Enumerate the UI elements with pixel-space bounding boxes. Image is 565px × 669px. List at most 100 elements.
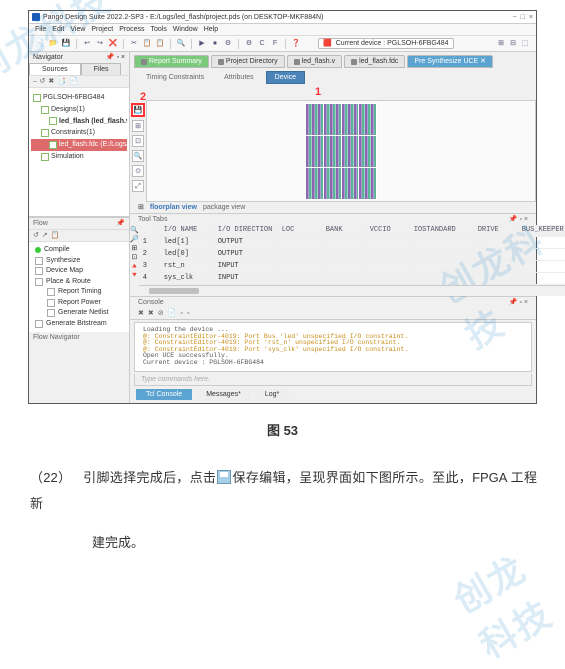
- horizontal-scrollbar[interactable]: [139, 285, 565, 296]
- table-tool[interactable]: ⊡: [131, 254, 137, 261]
- tab-files[interactable]: Files: [81, 63, 122, 75]
- table-tool[interactable]: 🔎: [130, 236, 139, 243]
- toolbar-button[interactable]: ❌: [108, 39, 118, 49]
- pin-icon[interactable]: 📌: [106, 54, 115, 61]
- tree-root[interactable]: PGLSOH-6FBG484: [43, 93, 104, 103]
- toolbar-button[interactable]: ⊟: [508, 39, 518, 49]
- panel-options[interactable]: ▫ ×: [519, 299, 528, 306]
- flow-mini-icon[interactable]: 📋: [51, 232, 60, 239]
- floorplan-tool[interactable]: ⊡: [132, 135, 144, 147]
- flow-mini-icon[interactable]: ↗: [42, 232, 48, 239]
- floorplan-tool[interactable]: ⤢: [132, 180, 144, 192]
- toolbar-button[interactable]: ⚙: [244, 39, 254, 49]
- toolbar-button[interactable]: ↪: [95, 39, 105, 49]
- table-tool[interactable]: ⊞: [131, 245, 137, 252]
- floorplan-tool[interactable]: 🔍: [132, 150, 144, 162]
- console-tool[interactable]: ✖: [148, 310, 154, 317]
- menu-item[interactable]: Help: [204, 26, 218, 33]
- toolbar-button[interactable]: 📋: [155, 39, 165, 49]
- flow-mini-icon[interactable]: ↺: [33, 232, 39, 239]
- toolbar-button[interactable]: ⚙: [223, 39, 233, 49]
- col-loc[interactable]: LOC: [278, 225, 322, 236]
- nav-mini-icon[interactable]: 📑: [57, 78, 66, 85]
- tab-led-flash-fdc[interactable]: led_flash.fdc: [359, 58, 398, 65]
- table-row[interactable]: 3rst_nINPUT: [139, 261, 565, 273]
- col-vccio[interactable]: VCCIO: [366, 225, 410, 236]
- minimize-button[interactable]: −: [513, 14, 517, 21]
- table-row[interactable]: 1led[1]OUTPUT: [139, 237, 565, 249]
- flow-step[interactable]: Place & Route: [35, 277, 123, 288]
- col-index[interactable]: [139, 225, 160, 236]
- pin-icon[interactable]: 📌: [509, 216, 518, 223]
- tab-report-summary[interactable]: Report Summary: [149, 58, 202, 65]
- toolbar-button[interactable]: ⊞: [496, 39, 506, 49]
- panel-options[interactable]: ▫ ×: [116, 54, 125, 61]
- tab-attributes[interactable]: Attributes: [216, 72, 262, 83]
- toolbar-button[interactable]: ❓: [291, 39, 301, 49]
- console-tool[interactable]: ⊘: [158, 310, 164, 317]
- flow-step[interactable]: Report Power: [35, 298, 123, 309]
- table-row[interactable]: 2led[0]OUTPUT: [139, 249, 565, 261]
- col-bank[interactable]: BANK: [322, 225, 366, 236]
- nav-mini-icon[interactable]: ⎯: [33, 78, 37, 85]
- toolbar-button[interactable]: 📁: [48, 39, 58, 49]
- toolbar-button[interactable]: C: [257, 39, 267, 49]
- tab-timing-constraints[interactable]: Timing Constraints: [138, 72, 212, 83]
- toolbar-button[interactable]: 🔍: [176, 39, 186, 49]
- tab-floorplan-view[interactable]: floorplan view: [150, 204, 197, 211]
- flow-step[interactable]: Device Map: [35, 266, 123, 277]
- flow-step[interactable]: Report Timing: [35, 287, 123, 298]
- col-io-name[interactable]: I/O NAME: [160, 225, 214, 236]
- menu-item[interactable]: File: [35, 26, 46, 33]
- scroll-thumb[interactable]: [149, 288, 199, 294]
- panel-options[interactable]: ▫ ×: [519, 216, 528, 223]
- menu-item[interactable]: Tools: [150, 26, 166, 33]
- menu-item[interactable]: Window: [173, 26, 198, 33]
- tree-fdc[interactable]: led_flash.fdc (E:/Logs/led: [59, 140, 127, 150]
- table-tool[interactable]: 🔺: [130, 263, 139, 270]
- console-tool[interactable]: 📄: [168, 310, 177, 317]
- tab-package-view[interactable]: package view: [203, 204, 245, 211]
- toolbar-button[interactable]: ↩: [82, 39, 92, 49]
- table-row[interactable]: 4sys_clkINPUT: [139, 273, 565, 285]
- console-tool[interactable]: ▫: [180, 310, 182, 317]
- col-drive[interactable]: DRIVE: [474, 225, 518, 236]
- col-bus-keeper[interactable]: BUS_KEEPER: [518, 225, 565, 236]
- floorplan-tool[interactable]: ⊙: [132, 165, 144, 177]
- menu-item[interactable]: Edit: [52, 26, 64, 33]
- tree-simulation[interactable]: Simulation: [51, 152, 84, 162]
- flow-step[interactable]: Synthesize: [35, 256, 123, 267]
- console-tool[interactable]: ✖: [138, 310, 144, 317]
- floorplan-tool[interactable]: ⊞: [132, 120, 144, 132]
- console-tool[interactable]: ▫: [187, 310, 189, 317]
- tab-device[interactable]: Device: [266, 71, 305, 84]
- save-button[interactable]: 💾: [131, 103, 145, 117]
- col-io-direction[interactable]: I/O DIRECTION: [214, 225, 278, 236]
- tab-pre-synth-uce[interactable]: Pre Synthesize UCE ✕: [414, 58, 486, 65]
- tab-log[interactable]: Log*: [255, 389, 289, 400]
- nav-mini-icon[interactable]: ✖: [48, 78, 54, 85]
- nav-mini-icon[interactable]: 📄: [69, 78, 78, 85]
- tab-sources[interactable]: Sources: [29, 63, 81, 75]
- col-iostandard[interactable]: IOSTANDARD: [410, 225, 474, 236]
- tree-designs[interactable]: Designs(1): [51, 105, 85, 115]
- flow-step[interactable]: Compile: [35, 245, 123, 256]
- console-input[interactable]: Type commands here.: [134, 374, 532, 386]
- toolbar-button[interactable]: F: [270, 39, 280, 49]
- tab-messages[interactable]: Messages*: [196, 389, 251, 400]
- toolbar-button[interactable]: ⬚: [520, 39, 530, 49]
- table-tool[interactable]: 🔻: [130, 272, 139, 279]
- toolbar-button[interactable]: 📄: [35, 39, 45, 49]
- flow-step[interactable]: Generate Netlist: [35, 308, 123, 319]
- tab-tcl-console[interactable]: Tcl Console: [136, 389, 192, 400]
- menu-item[interactable]: Project: [91, 26, 113, 33]
- pin-icon[interactable]: 📌: [509, 299, 518, 306]
- menu-item[interactable]: View: [70, 26, 85, 33]
- nav-mini-icon[interactable]: ↺: [40, 78, 46, 85]
- toolbar-button[interactable]: ✂: [129, 39, 139, 49]
- floorplan-canvas[interactable]: [146, 100, 536, 202]
- toolbar-button[interactable]: ▶: [197, 39, 207, 49]
- close-button[interactable]: ×: [529, 14, 533, 21]
- tree-led-flash[interactable]: led_flash (led_flash.v): [59, 117, 127, 127]
- tree-constraints[interactable]: Constraints(1): [51, 128, 95, 138]
